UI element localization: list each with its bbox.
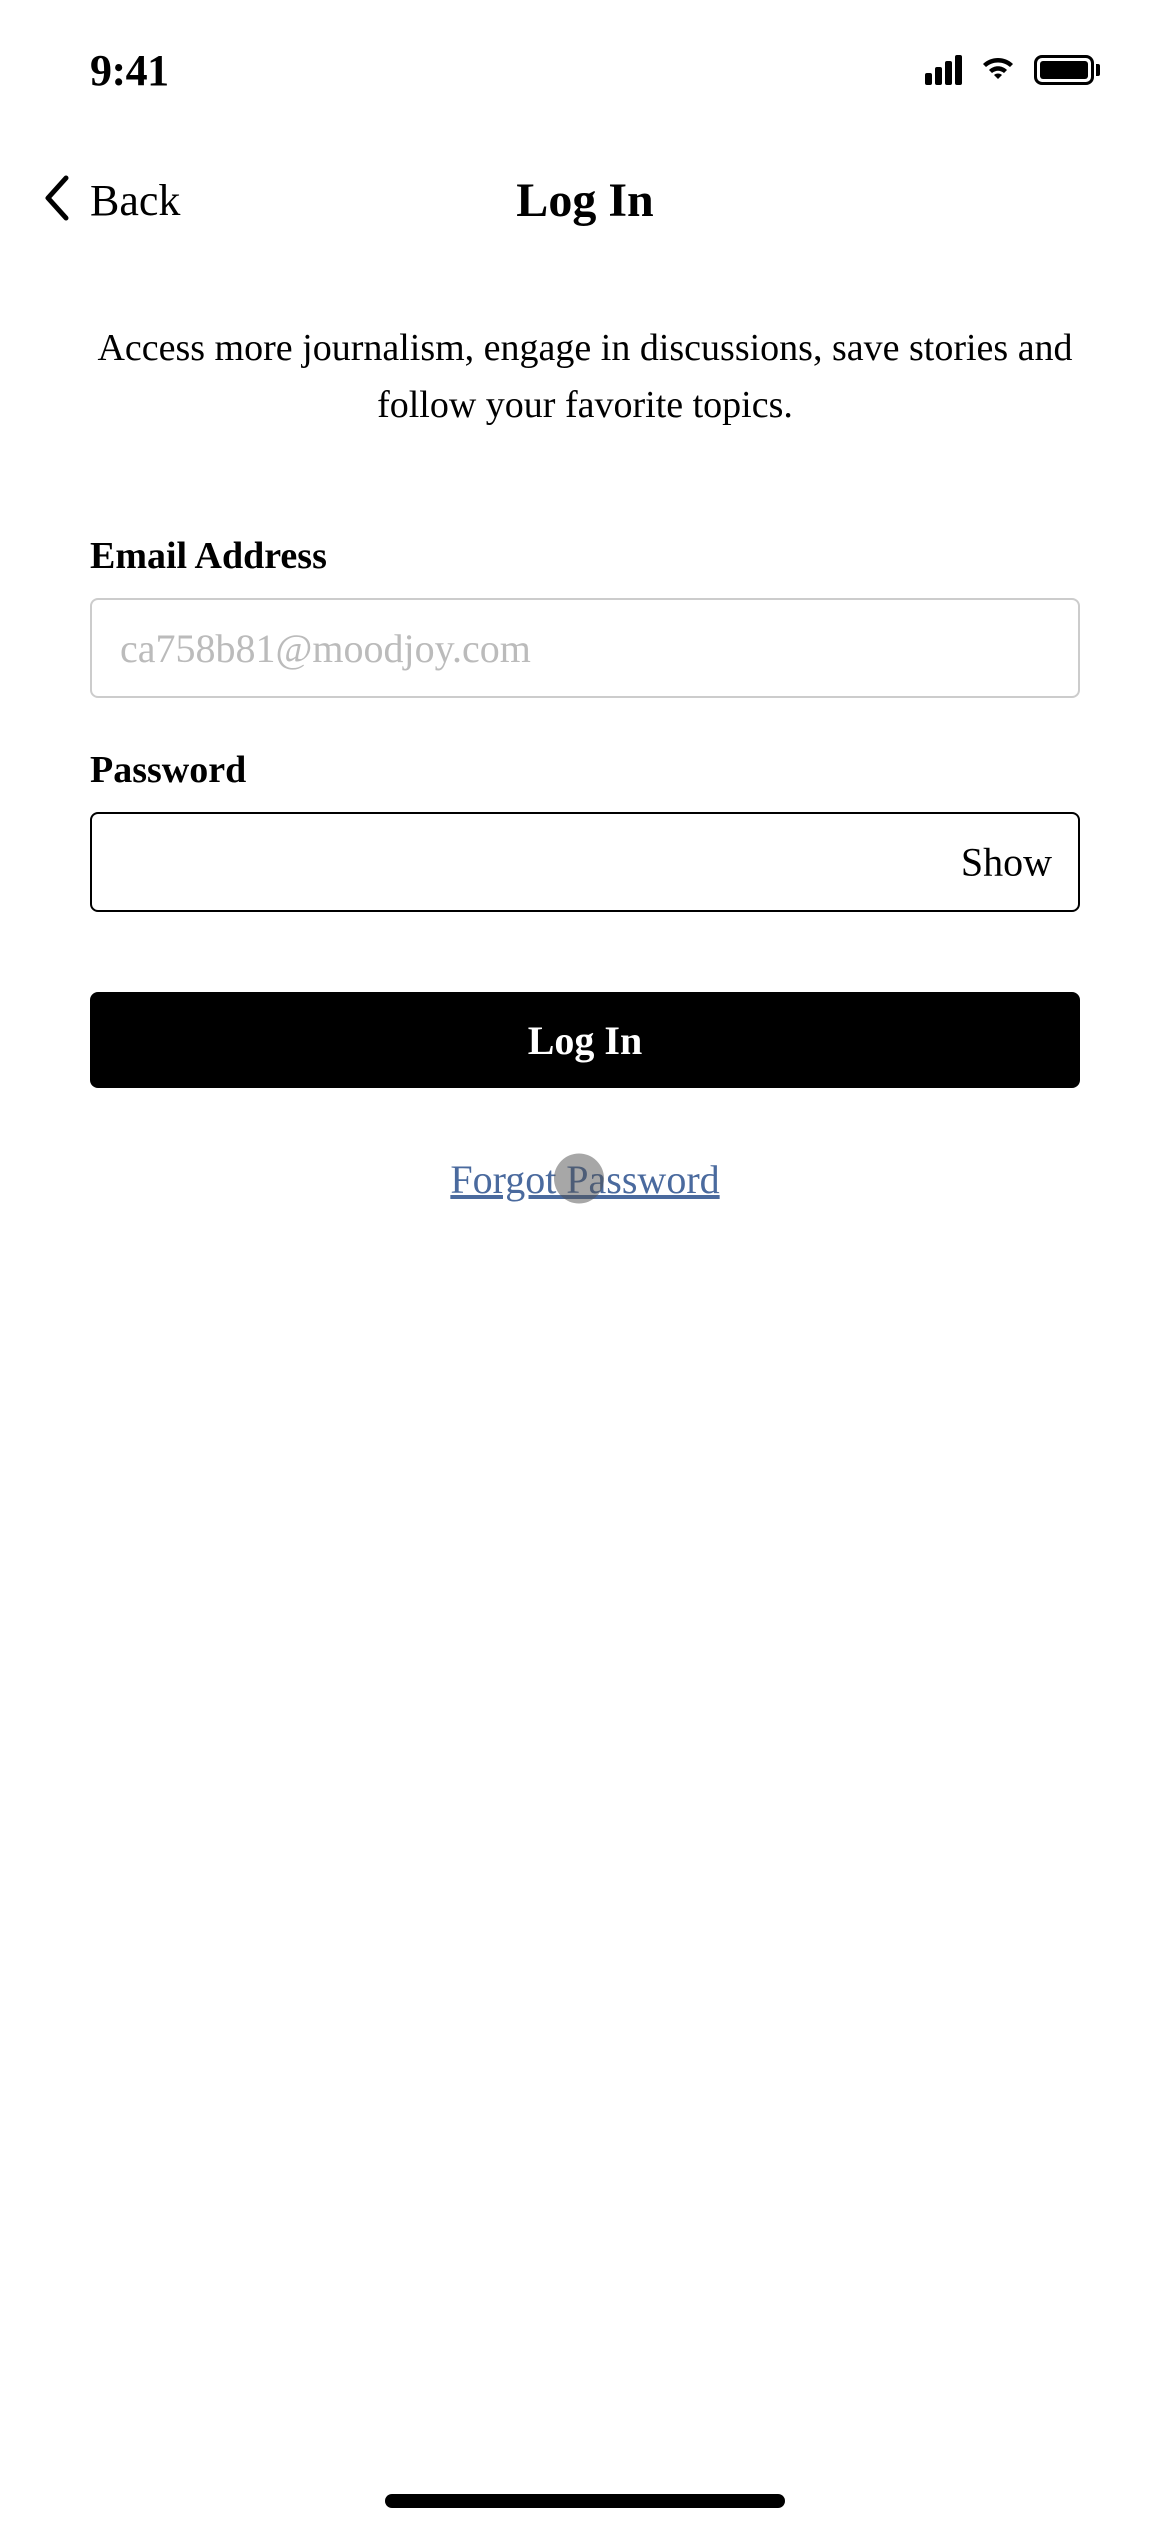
back-label: Back	[90, 175, 180, 226]
back-button[interactable]: Back	[40, 174, 180, 227]
status-icons	[925, 53, 1100, 88]
nav-header: Back Log In	[0, 140, 1170, 260]
password-group: Password Show	[90, 748, 1080, 912]
cellular-signal-icon	[925, 55, 962, 85]
status-time: 9:41	[90, 45, 169, 96]
forgot-password-wrapper: Forgot Password	[90, 1156, 1080, 1203]
login-button[interactable]: Log In	[90, 992, 1080, 1088]
wifi-icon	[978, 53, 1018, 88]
home-indicator	[385, 2494, 785, 2508]
email-group: Email Address	[90, 534, 1080, 698]
show-password-button[interactable]: Show	[961, 839, 1052, 886]
chevron-left-icon	[40, 174, 72, 227]
battery-icon	[1034, 55, 1100, 85]
email-field[interactable]	[90, 598, 1080, 698]
page-subtitle: Access more journalism, engage in discus…	[0, 260, 1170, 434]
password-field[interactable]	[90, 812, 1080, 912]
email-label: Email Address	[90, 534, 1080, 578]
forgot-password-link[interactable]: Forgot Password	[450, 1157, 719, 1202]
login-form: Email Address Password Show Log In Forgo…	[0, 434, 1170, 1203]
status-bar: 9:41	[0, 0, 1170, 140]
password-label: Password	[90, 748, 1080, 792]
page-title: Log In	[516, 173, 653, 228]
